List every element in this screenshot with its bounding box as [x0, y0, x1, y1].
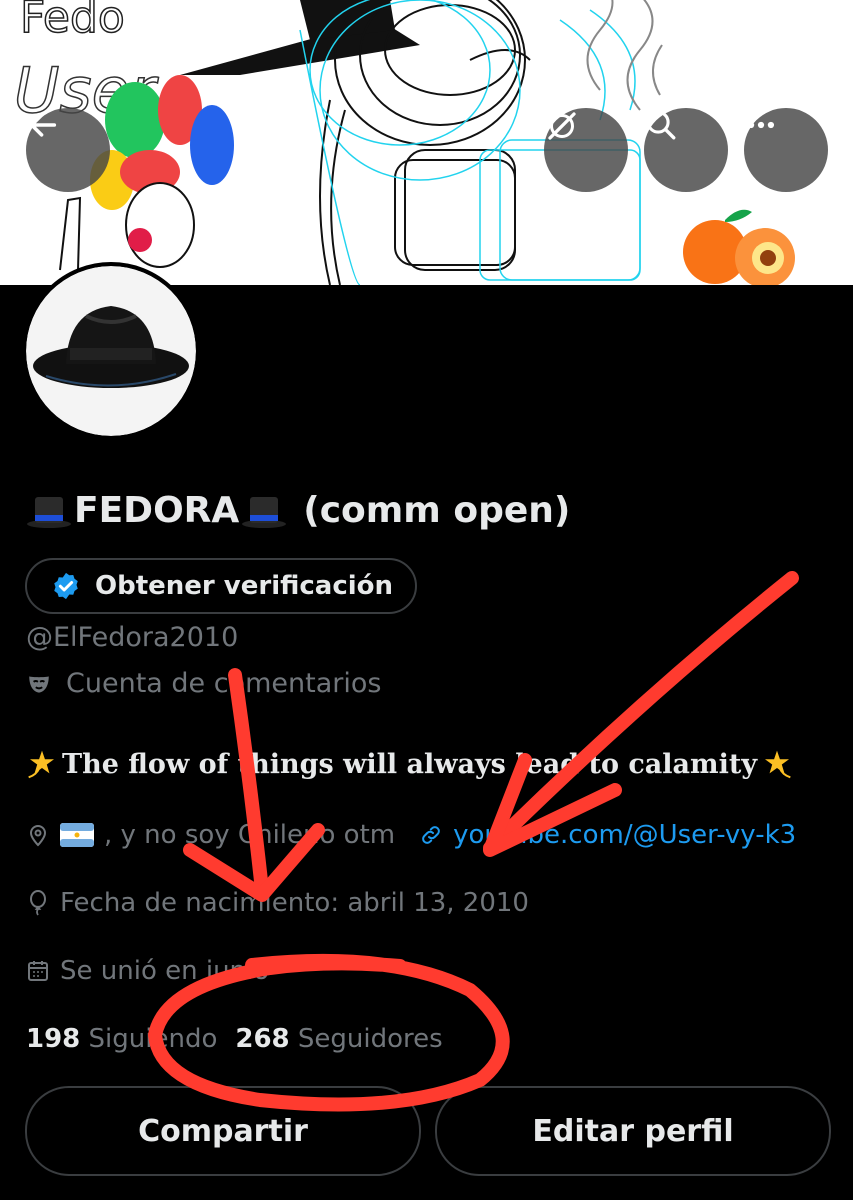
- argentina-flag-icon: [60, 823, 94, 847]
- verified-badge-icon: [54, 572, 78, 600]
- link-icon: [422, 826, 440, 844]
- dizzy-emoji-icon: [765, 750, 791, 779]
- avatar[interactable]: [22, 262, 200, 440]
- mask-icon: [29, 675, 49, 693]
- following-count: 198: [26, 1024, 81, 1054]
- profile-birthday-text: Fecha de nacimiento: abril 13, 2010: [60, 888, 529, 918]
- display-name-suffix: (comm open): [303, 490, 571, 531]
- grok-button[interactable]: [544, 108, 628, 192]
- top-hat-emoji-icon: [27, 496, 71, 528]
- annotation-arrow-left: [228, 668, 269, 897]
- following-stat[interactable]: 198 Siguiendo: [26, 1024, 217, 1054]
- profile-bio: The flow of things will always lead to c…: [26, 748, 793, 780]
- followers-label: Seguidores: [297, 1024, 443, 1054]
- calendar-icon: [28, 961, 48, 981]
- more-options-button[interactable]: [744, 108, 828, 192]
- profile-bio-text: The flow of things will always lead to c…: [62, 748, 758, 780]
- display-name-text: FEDORA: [74, 490, 240, 531]
- balloon-icon: [30, 890, 46, 916]
- grok-icon: [548, 112, 576, 140]
- profile-birthday-row: Fecha de nacimiento: abril 13, 2010: [26, 888, 529, 918]
- profile-handle: @ElFedora2010: [26, 622, 239, 653]
- profile-location-text: , y no soy Chileno otm: [104, 820, 396, 850]
- top-hat-emoji-icon: [242, 496, 287, 528]
- location-icon: [29, 825, 47, 847]
- more-icon: [747, 121, 775, 129]
- dizzy-emoji-icon: [28, 750, 54, 779]
- back-button[interactable]: [26, 108, 110, 192]
- share-label: Compartir: [138, 1113, 308, 1149]
- edit-profile-button[interactable]: Editar perfil: [435, 1086, 831, 1176]
- get-verified-button[interactable]: Obtener verificación: [25, 558, 418, 614]
- search-icon: [646, 110, 676, 140]
- profile-joined-row: Se unió en junio: [26, 956, 269, 986]
- annotation-arrow-right: [483, 571, 799, 855]
- follow-stats: 198 Siguiendo 268 Seguidores: [26, 1024, 443, 1054]
- followers-count: 268: [235, 1024, 290, 1054]
- share-button[interactable]: Compartir: [25, 1086, 421, 1176]
- banner-text-1: Fedo: [20, 0, 125, 43]
- profile-category: Cuenta de comentarios: [26, 668, 381, 699]
- profile-location-row: , y no soy Chileno otm youtube.com/@User…: [26, 820, 796, 850]
- profile-banner[interactable]: Fedo User: [0, 0, 853, 285]
- back-arrow-icon: [29, 113, 57, 137]
- display-name: FEDORA (comm open): [26, 490, 570, 531]
- profile-category-text: Cuenta de comentarios: [66, 668, 382, 699]
- edit-profile-label: Editar perfil: [532, 1113, 734, 1149]
- fedora-avatar-image: [26, 266, 196, 436]
- get-verified-label: Obtener verificación: [95, 571, 394, 601]
- profile-website-link[interactable]: youtube.com/@User-vy-k3: [453, 820, 796, 850]
- search-button[interactable]: [644, 108, 728, 192]
- followers-stat[interactable]: 268 Seguidores: [235, 1024, 442, 1054]
- profile-joined-text: Se unió en junio: [60, 956, 270, 986]
- following-label: Siguiendo: [88, 1024, 218, 1054]
